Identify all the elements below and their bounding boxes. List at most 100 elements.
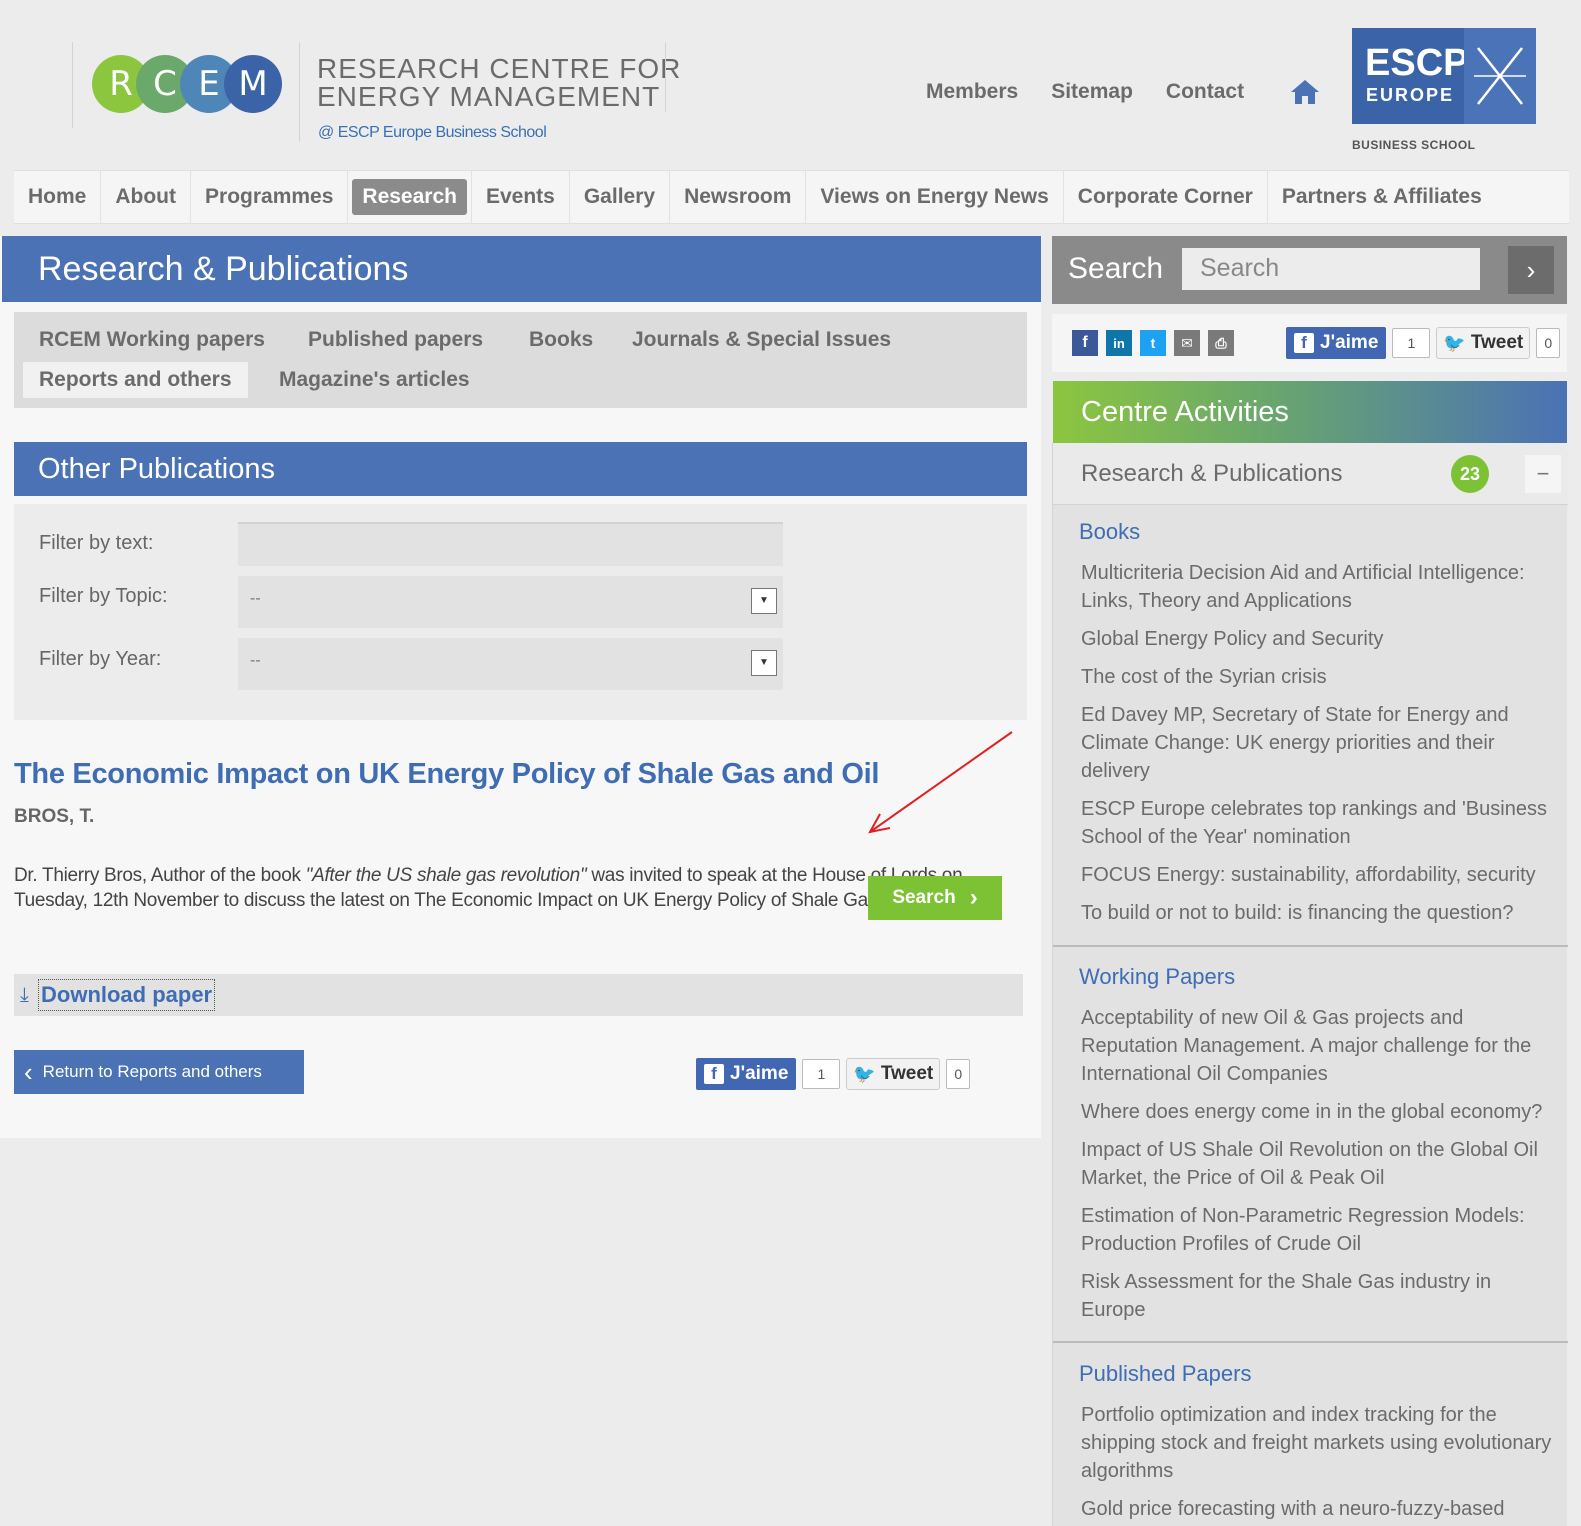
books-heading[interactable]: Books [1079, 519, 1140, 545]
list-item[interactable]: Global Energy Policy and Security [1081, 625, 1561, 653]
list-item[interactable]: ESCP Europe celebrates top rankings and … [1081, 795, 1561, 851]
tweet-button[interactable]: 🐦 Tweet [1436, 327, 1531, 359]
collapse-icon[interactable]: − [1525, 455, 1561, 493]
article-author: BROS, T. [14, 806, 95, 827]
facebook-like-button[interactable]: f J'aime [1286, 327, 1387, 359]
print-icon[interactable]: ⎙ [1208, 330, 1234, 356]
filter-text-input[interactable] [238, 522, 783, 566]
facebook-icon[interactable]: f [1072, 330, 1098, 356]
list-item[interactable]: Multicriteria Decision Aid and Artificia… [1081, 559, 1561, 615]
download-icon: ⤓ [20, 984, 29, 1006]
sidebar-social: f in t ✉ ⎙ f J'aime 1 🐦 Tweet 0 [1052, 314, 1567, 372]
annotation-arrow-icon [868, 731, 1013, 834]
share-icons: f in t ✉ ⎙ [1072, 330, 1234, 356]
download-paper-link[interactable]: Download paper [38, 979, 216, 1011]
list-item[interactable]: Where does energy come in in the global … [1081, 1098, 1561, 1126]
escp-logo-text: EUROPE [1366, 85, 1455, 105]
sidebar-like-tweet: f J'aime 1 🐦 Tweet 0 [1286, 327, 1561, 359]
nav-home[interactable]: Home [14, 170, 102, 224]
list-item[interactable]: Acceptability of new Oil & Gas projects … [1081, 1004, 1561, 1088]
main-content: Research & Publications RCEM Working pap… [0, 236, 1041, 1138]
article-social: f J'aime 1 🐦 Tweet 0 [696, 1058, 971, 1090]
home-icon[interactable] [1290, 78, 1320, 106]
tab-books[interactable]: Books [529, 328, 593, 352]
section-title: Other Publications [14, 442, 1027, 496]
list-item[interactable]: Estimation of Non-Parametric Regression … [1081, 1202, 1561, 1258]
list-item[interactable]: Portfolio optimization and index trackin… [1081, 1401, 1561, 1485]
filter-panel: Filter by text: Filter by Topic: -- ▼ Fi… [14, 504, 1027, 720]
tweet-label: Tweet [1470, 332, 1524, 353]
chevron-left-icon: ‹ [24, 1057, 33, 1087]
sitemap-link[interactable]: Sitemap [1051, 80, 1133, 104]
members-link[interactable]: Members [926, 80, 1018, 104]
filter-topic-label: Filter by Topic: [39, 585, 168, 607]
search-button-label: Search [892, 887, 956, 908]
tab-journals-special-issues[interactable]: Journals & Special Issues [632, 328, 891, 352]
sidebar-search: Search Search › [1052, 236, 1567, 304]
tab-magazines-articles[interactable]: Magazine's articles [279, 368, 470, 392]
nav-label: Programmes [205, 185, 334, 208]
list-item[interactable]: Impact of US Shale Oil Revolution on the… [1081, 1136, 1561, 1192]
list-item[interactable]: To build or not to build: is financing t… [1081, 899, 1561, 927]
filter-topic-value: -- [250, 590, 261, 607]
escp-logo[interactable]: ESCP EUROPE [1352, 28, 1536, 124]
divider [665, 42, 666, 112]
search-input[interactable]: Search [1182, 248, 1480, 290]
chevron-right-icon[interactable]: › [1508, 246, 1554, 294]
rcem-logo[interactable]: R C E M [92, 55, 282, 113]
nav-events[interactable]: Events [472, 170, 570, 224]
filter-year-label: Filter by Year: [39, 648, 162, 670]
list-item[interactable]: The cost of the Syrian crisis [1081, 663, 1561, 691]
research-publications-toggle[interactable]: Research & Publications 23 − [1053, 443, 1568, 505]
divider [299, 42, 300, 142]
facebook-like-button[interactable]: f J'aime [696, 1058, 797, 1090]
tab-published-papers[interactable]: Published papers [308, 328, 483, 352]
list-item[interactable]: Ed Davey MP, Secretary of State for Ener… [1081, 701, 1561, 785]
list-item[interactable]: FOCUS Energy: sustainability, affordabil… [1081, 861, 1561, 889]
tab-reports-and-others[interactable]: Reports and others [23, 362, 248, 398]
utility-nav: Members Sitemap Contact [926, 80, 1244, 104]
site-title-line: ENERGY MANAGEMENT [317, 81, 661, 112]
book-title: "After the US shale gas revolution" [305, 865, 587, 886]
nav-label: Corporate Corner [1077, 185, 1253, 208]
return-button[interactable]: ‹ Return to Reports and others [14, 1050, 304, 1094]
nav-corporate-corner[interactable]: Corporate Corner [1064, 170, 1268, 224]
linkedin-icon[interactable]: in [1106, 330, 1132, 356]
site-title: RESEARCH CENTRE FOR ENERGY MANAGEMENT [317, 55, 681, 111]
nav-gallery[interactable]: Gallery [570, 170, 671, 224]
nav-newsroom[interactable]: Newsroom [670, 170, 807, 224]
list-item[interactable]: Gold price forecasting with a neuro-fuzz… [1081, 1495, 1561, 1523]
filter-topic-select[interactable]: -- ▼ [238, 576, 783, 628]
divider [72, 42, 73, 128]
research-publications-label: Research & Publications [1081, 460, 1343, 487]
filter-year-select[interactable]: -- ▼ [238, 638, 783, 690]
nav-label: About [115, 185, 177, 208]
nav-research[interactable]: Research [348, 170, 472, 224]
twitter-icon[interactable]: t [1140, 330, 1166, 356]
tweet-button[interactable]: 🐦 Tweet [846, 1058, 941, 1090]
facebook-icon: f [1294, 333, 1314, 353]
article-title[interactable]: The Economic Impact on UK Energy Policy … [14, 758, 879, 791]
search-button[interactable]: Search › [868, 876, 1002, 920]
nav-label: Gallery [583, 185, 656, 208]
dropdown-arrow-icon[interactable]: ▼ [751, 588, 777, 614]
escp-cross-icon [1464, 28, 1536, 124]
published-papers-heading[interactable]: Published Papers [1079, 1361, 1251, 1387]
nav-partners-affiliates[interactable]: Partners & Affiliates [1268, 170, 1496, 224]
filter-text-label: Filter by text: [39, 532, 154, 554]
logo-letter: M [224, 55, 282, 113]
list-item[interactable]: Risk Assessment for the Shale Gas indust… [1081, 1268, 1561, 1324]
main-nav: Home About Programmes Research Events Ga… [14, 170, 1569, 224]
download-bar: ⤓ Download paper [14, 974, 1023, 1016]
nav-programmes[interactable]: Programmes [191, 170, 349, 224]
contact-link[interactable]: Contact [1166, 80, 1244, 104]
nav-about[interactable]: About [101, 170, 192, 224]
email-icon[interactable]: ✉ [1174, 330, 1200, 356]
dropdown-arrow-icon[interactable]: ▼ [751, 650, 777, 676]
search-label: Search [1068, 252, 1164, 285]
divider [1053, 1341, 1568, 1343]
nav-label: Events [485, 185, 555, 208]
working-papers-heading[interactable]: Working Papers [1079, 964, 1235, 990]
tab-rcem-working-papers[interactable]: RCEM Working papers [39, 328, 265, 352]
nav-views-on-energy-news[interactable]: Views on Energy News [806, 170, 1064, 224]
